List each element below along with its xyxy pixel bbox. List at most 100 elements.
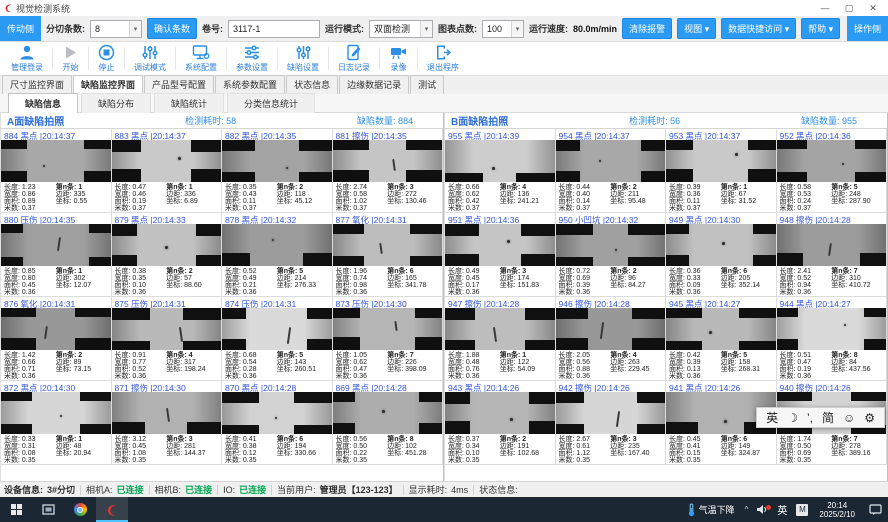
stop-button[interactable]: 停止 (89, 42, 124, 75)
data-quick-access-button[interactable]: 数据快捷访问 ▾ (721, 18, 796, 39)
subtab-2[interactable]: 缺陷分布 (81, 93, 151, 114)
defect-cell[interactable]: 945 黑点 |20:14:27长度: 0.42宽度: 0.39面积: 0.13… (666, 297, 777, 381)
tab-7[interactable]: 测试 (410, 75, 444, 94)
defect-thumbnail[interactable] (445, 392, 555, 434)
clear-alarm-button[interactable]: 清除报警 (622, 18, 672, 39)
task-view-button[interactable] (32, 497, 64, 522)
video-record-button[interactable]: 录像 (380, 42, 417, 75)
ime-emoji-icon[interactable]: ☺ (843, 411, 855, 425)
defect-thumbnail[interactable] (556, 308, 666, 350)
defect-thumbnail[interactable] (112, 308, 222, 350)
subtab-3[interactable]: 缺陷统计 (154, 93, 224, 114)
slit-count-select[interactable]: 8▾ (90, 20, 142, 38)
defect-cell[interactable]: 947 擦伤 |20:14:28长度: 1.88宽度: 0.48面积: 0.76… (445, 297, 556, 381)
tab-6[interactable]: 边缘数据记录 (339, 75, 409, 94)
defect-thumbnail[interactable] (445, 140, 555, 182)
defect-cell[interactable]: 875 压伤 |20:14:31长度: 0.91宽度: 0.77面积: 0.52… (112, 297, 223, 381)
start-button[interactable] (0, 497, 32, 522)
defect-thumbnail[interactable] (112, 140, 222, 182)
clock[interactable]: 20:14 2025/2/10 (812, 501, 862, 519)
defect-thumbnail[interactable] (666, 224, 776, 266)
defect-thumbnail[interactable] (333, 140, 443, 182)
browser-icon[interactable] (64, 497, 96, 522)
defect-thumbnail[interactable] (222, 140, 332, 182)
defect-thumbnail[interactable] (1, 308, 111, 350)
defect-settings-button[interactable]: 缺陷设置 (278, 42, 328, 75)
defect-thumbnail[interactable] (445, 224, 555, 266)
view-menu-button[interactable]: 视图 ▾ (677, 18, 716, 39)
defect-cell[interactable]: 869 黑点 |20:14:28长度: 0.56宽度: 0.50面积: 0.22… (333, 381, 444, 465)
defect-thumbnail[interactable] (222, 224, 332, 266)
ime-toolbar[interactable]: 英 ☽ ’, 简 ☺ ⚙ (756, 407, 885, 428)
help-menu-button[interactable]: 帮助 ▾ (801, 18, 840, 39)
maximize-icon[interactable]: ▢ (838, 2, 860, 15)
defect-thumbnail[interactable] (777, 224, 887, 266)
defect-cell[interactable]: 880 压伤 |20:14:35长度: 0.85宽度: 0.80面积: 0.45… (1, 213, 112, 297)
weather-widget[interactable]: 气温下降 (681, 503, 741, 517)
ime-simplified-mode[interactable]: 简 (822, 409, 834, 426)
defect-thumbnail[interactable] (777, 308, 887, 350)
defect-thumbnail[interactable] (666, 140, 776, 182)
detection-app-icon[interactable] (96, 497, 128, 522)
defect-cell[interactable]: 955 黑点 |20:14:39长度: 0.66宽度: 0.62面积: 0.42… (445, 129, 556, 213)
defect-cell[interactable]: 950 小凹坑 |20:14:32长度: 0.72宽度: 0.69面积: 0.3… (556, 213, 667, 297)
tray-expand-caret[interactable]: ^ (741, 505, 753, 514)
defect-cell[interactable]: 884 黑点 |20:14:37长度: 1.23宽度: 0.86面积: 0.89… (1, 129, 112, 213)
defect-thumbnail[interactable] (222, 308, 332, 350)
defect-thumbnail[interactable] (333, 224, 443, 266)
chart-points-select[interactable]: 100▾ (482, 20, 524, 38)
defect-cell[interactable]: 881 擦伤 |20:14:35长度: 2.74宽度: 0.58面积: 1.02… (333, 129, 444, 213)
defect-cell[interactable]: 882 黑点 |20:14:35长度: 0.35宽度: 0.43面积: 0.11… (222, 129, 333, 213)
operator-side-button[interactable]: 操作侧 (847, 16, 888, 41)
defect-cell[interactable]: 871 擦伤 |20:14:30长度: 3.12宽度: 0.45面积: 1.08… (112, 381, 223, 465)
defect-cell[interactable]: 876 氧化 |20:14:31长度: 1.42宽度: 0.66面积: 0.71… (1, 297, 112, 381)
defect-cell[interactable]: 870 黑点 |20:14:28长度: 0.41宽度: 0.38面积: 0.12… (222, 381, 333, 465)
volume-icon[interactable] (752, 504, 772, 515)
ime-english-mode[interactable]: 英 (766, 409, 778, 426)
ime-punctuation-icon[interactable]: ’, (807, 411, 813, 425)
defect-thumbnail[interactable] (222, 392, 332, 434)
drive-side-button[interactable]: 传动侧 (0, 16, 41, 41)
defect-thumbnail[interactable] (556, 224, 666, 266)
defect-cell[interactable]: 873 压伤 |20:14:30长度: 1.05宽度: 0.62面积: 0.47… (333, 297, 444, 381)
defect-thumbnail[interactable] (1, 392, 111, 434)
defect-cell[interactable]: 946 擦伤 |20:14:28长度: 2.05宽度: 0.56面积: 0.88… (556, 297, 667, 381)
exit-program-button[interactable]: 退出程序 (418, 42, 468, 75)
action-center-icon[interactable] (862, 497, 888, 522)
ime-settings-gear-icon[interactable]: ⚙ (864, 411, 875, 425)
tab-3[interactable]: 产品型号配置 (144, 75, 214, 94)
defect-cell[interactable]: 944 黑点 |20:14:27长度: 0.51宽度: 0.47面积: 0.19… (777, 297, 888, 381)
close-icon[interactable]: ✕ (862, 2, 884, 15)
defect-cell[interactable]: 949 黑点 |20:14:30长度: 0.36宽度: 0.33面积: 0.09… (666, 213, 777, 297)
tab-5[interactable]: 状态信息 (286, 75, 338, 94)
defect-cell[interactable]: 874 压伤 |20:14:31长度: 0.68宽度: 0.54面积: 0.28… (222, 297, 333, 381)
defect-cell[interactable]: 952 黑点 |20:14:36长度: 0.58宽度: 0.53面积: 0.24… (777, 129, 888, 213)
defect-thumbnail[interactable] (556, 392, 666, 434)
defect-thumbnail[interactable] (445, 308, 555, 350)
defect-thumbnail[interactable] (112, 392, 222, 434)
defect-thumbnail[interactable] (112, 224, 222, 266)
tab-2[interactable]: 缺陷监控界面 (73, 75, 143, 94)
defect-cell[interactable]: 951 黑点 |20:14:36长度: 0.49宽度: 0.45面积: 0.17… (445, 213, 556, 297)
subtab-1[interactable]: 缺陷信息 (8, 93, 78, 114)
defect-cell[interactable]: 877 氧化 |20:14:31长度: 1.96宽度: 0.74面积: 0.98… (333, 213, 444, 297)
defect-cell[interactable]: 942 擦伤 |20:14:26长度: 2.67宽度: 0.61面积: 1.12… (556, 381, 667, 465)
defect-thumbnail[interactable] (1, 224, 111, 266)
defect-cell[interactable]: 883 黑点 |20:14:37长度: 0.47宽度: 0.46面积: 0.19… (112, 129, 223, 213)
defect-cell[interactable]: 872 黑点 |20:14:30长度: 0.33宽度: 0.31面积: 0.08… (1, 381, 112, 465)
tab-1[interactable]: 尺寸监控界面 (2, 75, 72, 94)
tab-4[interactable]: 系统参数配置 (215, 75, 285, 94)
system-config-button[interactable]: 系统配置 (176, 42, 226, 75)
roll-number-input[interactable]: 3117-1 (228, 20, 320, 38)
defect-thumbnail[interactable] (333, 392, 443, 434)
defect-thumbnail[interactable] (333, 308, 443, 350)
confirm-count-button[interactable]: 确认条数 (147, 18, 197, 39)
defect-thumbnail[interactable] (1, 140, 111, 182)
defect-thumbnail[interactable] (666, 308, 776, 350)
log-record-button[interactable]: 日志记录 (329, 42, 379, 75)
ime-fullwidth-icon[interactable]: ☽ (787, 411, 798, 425)
ime-indicator[interactable]: M (792, 504, 812, 516)
minimize-icon[interactable]: — (814, 2, 836, 15)
defect-cell[interactable]: 954 黑点 |20:14:37长度: 0.44宽度: 0.40面积: 0.14… (556, 129, 667, 213)
param-settings-button[interactable]: 参数设置 (227, 42, 277, 75)
